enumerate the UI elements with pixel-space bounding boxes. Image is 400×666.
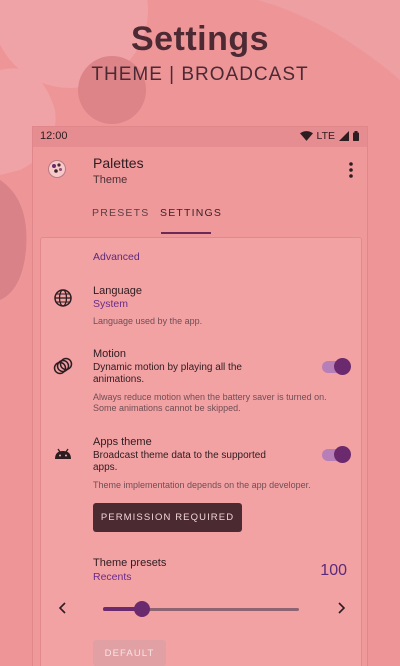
theme-presets-slider[interactable] [103, 600, 299, 618]
motion-note: Always reduce motion when the battery sa… [93, 392, 327, 413]
motion-title[interactable]: Motion [93, 348, 126, 360]
apps-theme-summary: Broadcast theme data to the supported ap… [93, 450, 266, 473]
language-value: System [93, 298, 129, 310]
language-title[interactable]: Language [93, 285, 142, 297]
tab-presets[interactable]: PRESETS [92, 207, 149, 219]
app-title: Palettes [93, 155, 144, 171]
status-bar: 12:00 LTE [33, 127, 367, 147]
battery-icon [353, 131, 359, 141]
hero-subtitle: THEME | BROADCAST [91, 64, 309, 85]
tab-settings[interactable]: SETTINGS [160, 207, 222, 219]
palette-icon [48, 160, 66, 178]
status-time: 12:00 [40, 130, 68, 142]
theme-presets-value: Recents [93, 571, 132, 583]
theme-presets-count: 100 [320, 562, 347, 579]
apps-theme-title[interactable]: Apps theme [93, 436, 152, 448]
motion-summary: Dynamic motion by playing all the animat… [93, 362, 242, 385]
signal-icon [339, 131, 349, 141]
motion-toggle[interactable] [322, 358, 351, 376]
motion-icon [53, 357, 73, 375]
apps-theme-toggle-thumb [334, 446, 351, 463]
network-type: LTE [316, 130, 335, 142]
hero-title: Settings [130, 20, 270, 58]
language-note: Language used by the app. [93, 316, 203, 326]
more-vert-icon[interactable] [345, 161, 357, 179]
section-title: Advanced [93, 251, 140, 263]
tab-bar: PRESETS SETTINGS [33, 201, 367, 237]
wifi-icon [299, 131, 313, 141]
app-subtitle: Theme [93, 174, 128, 186]
apps-theme-note: Theme implementation depends on the app … [93, 480, 311, 490]
phone-screen: 12:00 LTE Palettes Theme PRESETS SETTING… [32, 126, 368, 666]
status-icons: LTE [299, 130, 359, 142]
default-button[interactable]: DEFAULT [93, 640, 166, 666]
theme-presets-title[interactable]: Theme presets [93, 557, 166, 569]
motion-toggle-thumb [334, 358, 351, 375]
apps-theme-toggle[interactable] [322, 446, 351, 464]
permission-required-button[interactable]: PERMISSION REQUIRED [93, 503, 242, 532]
globe-icon [54, 289, 72, 307]
android-icon [55, 448, 71, 459]
chevron-right-icon[interactable] [333, 600, 349, 616]
chevron-left-icon[interactable] [55, 600, 71, 616]
settings-card: Advanced Language System Language used b… [40, 237, 362, 666]
slider-thumb[interactable] [134, 601, 151, 617]
tab-indicator [161, 232, 211, 234]
app-bar: Palettes Theme PRESETS SETTINGS [33, 147, 367, 237]
